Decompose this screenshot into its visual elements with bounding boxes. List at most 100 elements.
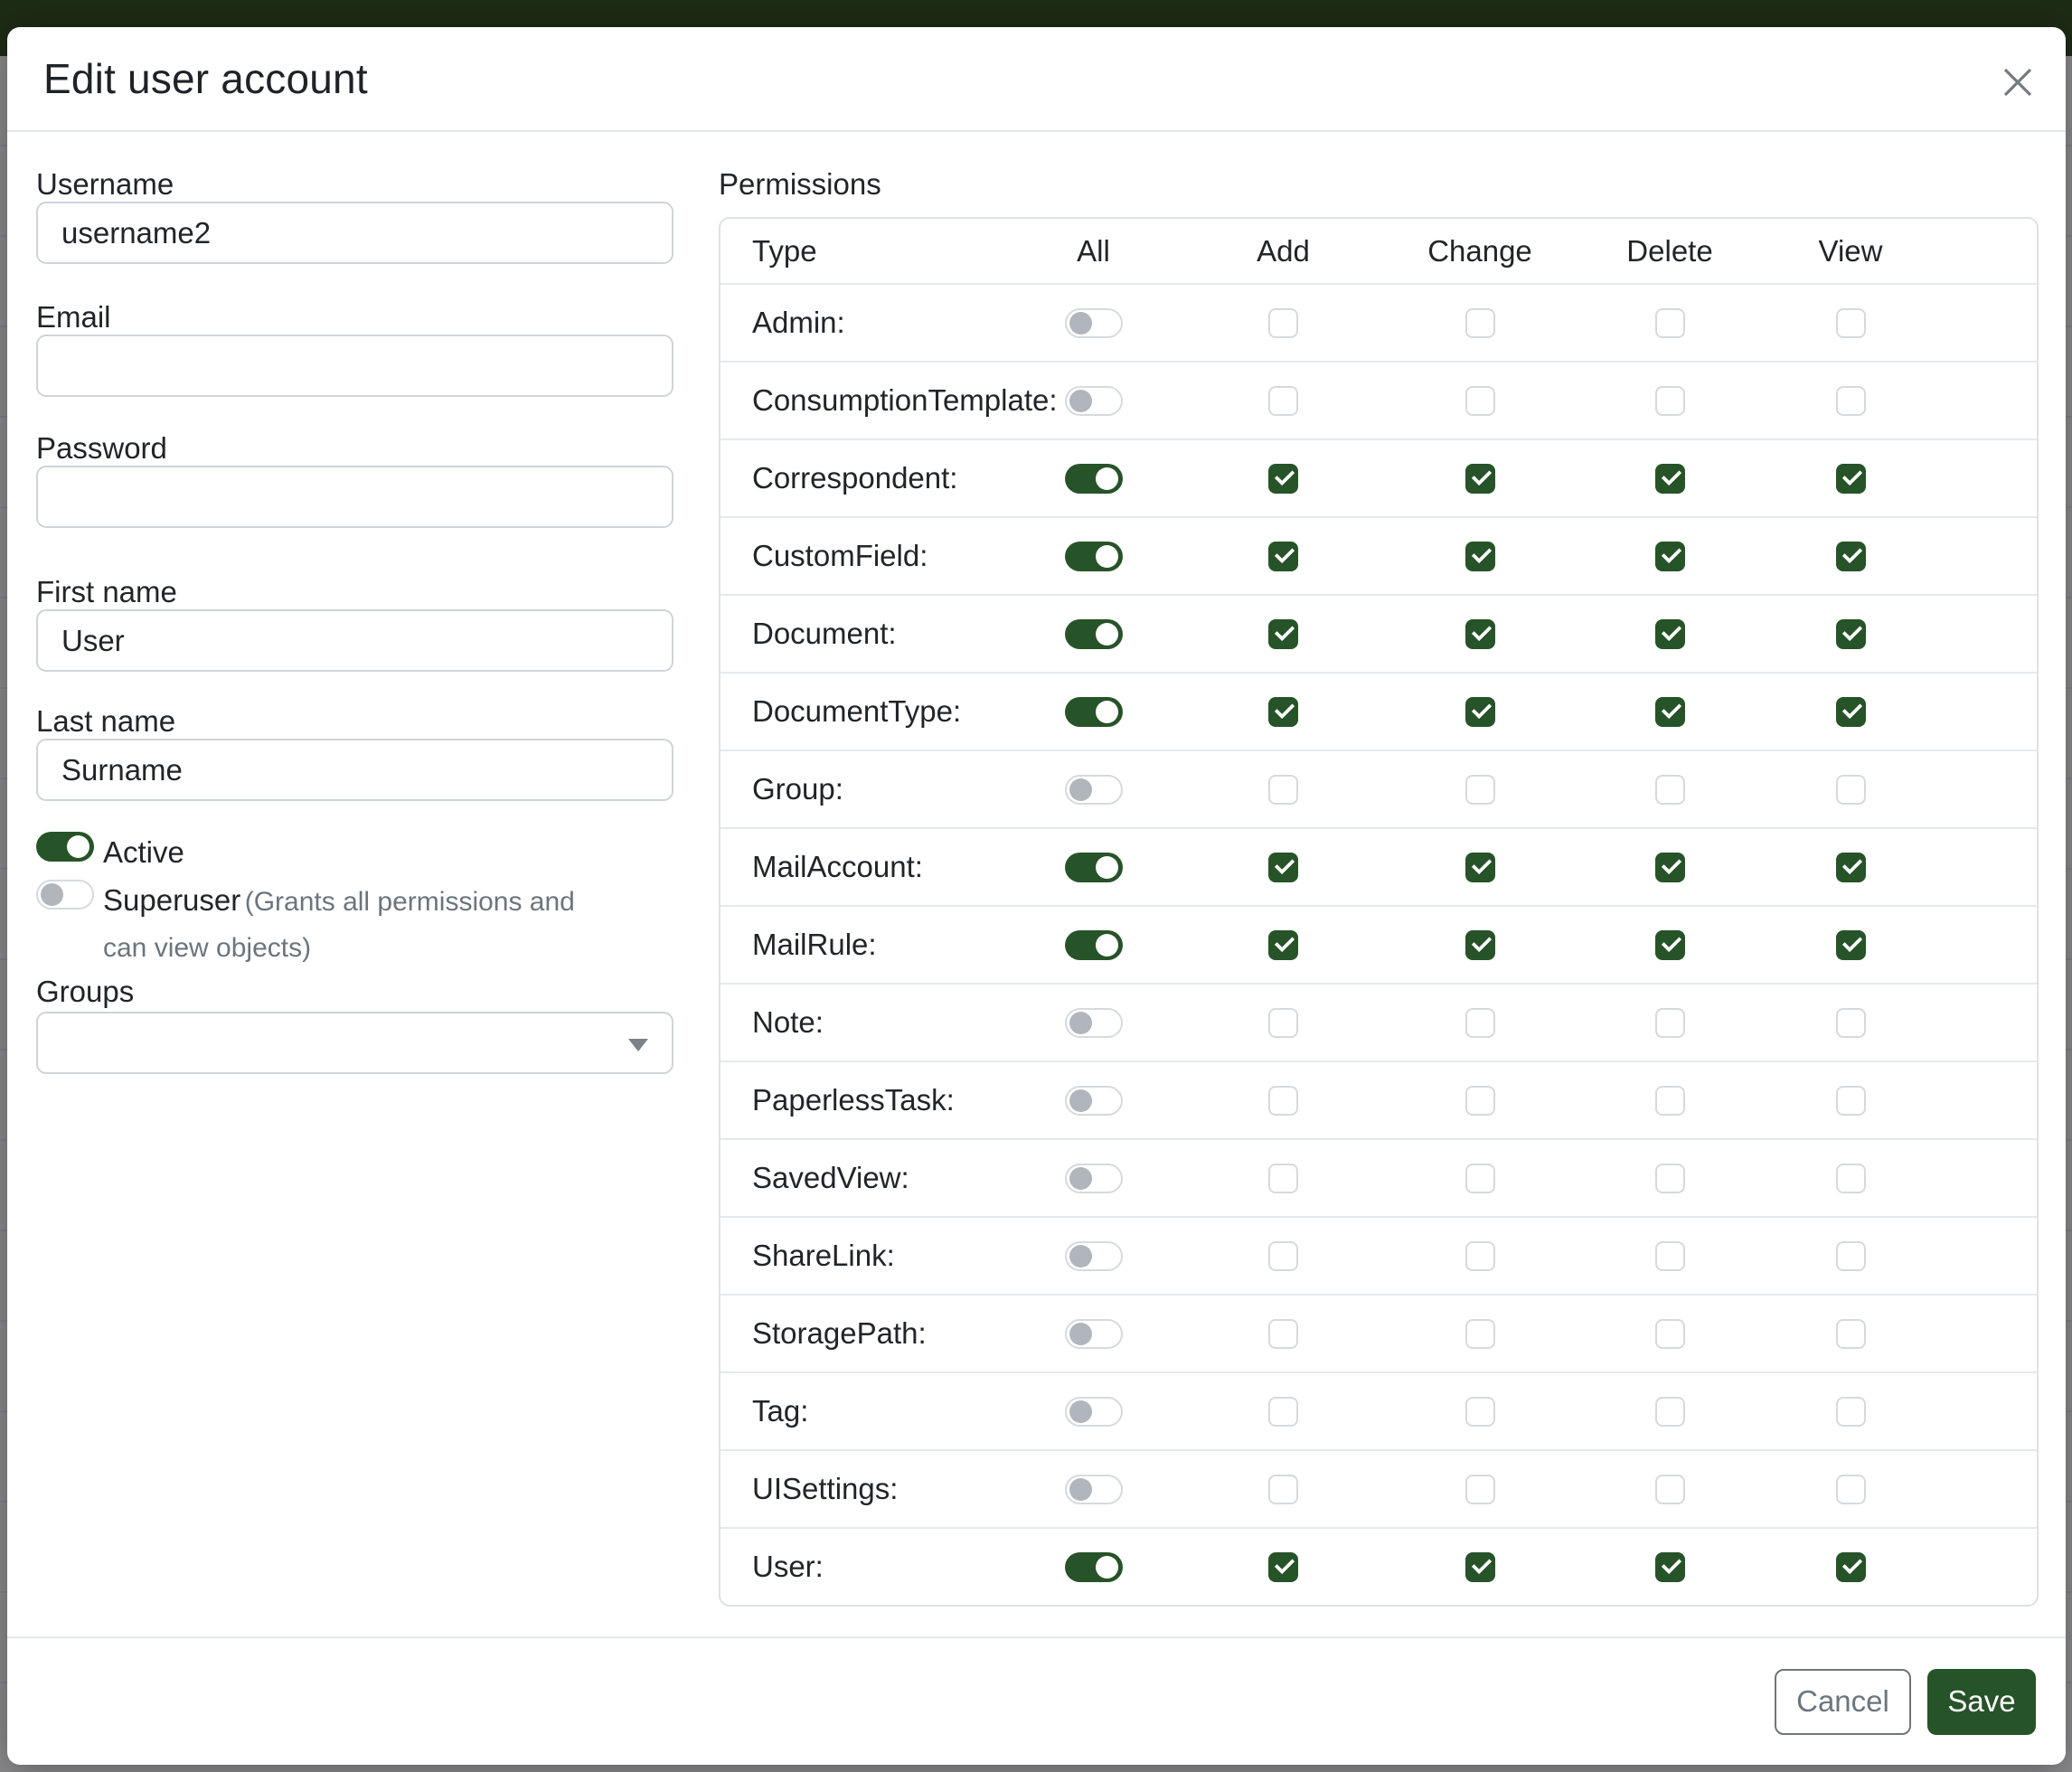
permission-view-checkbox[interactable] — [1836, 1241, 1866, 1271]
permission-delete-checkbox[interactable] — [1655, 697, 1685, 727]
permission-view-checkbox[interactable] — [1836, 619, 1866, 649]
permission-all-toggle[interactable] — [1065, 853, 1123, 882]
superuser-row: Superuser (Grants all permissions and ca… — [36, 880, 673, 974]
permission-add-checkbox[interactable] — [1268, 1397, 1298, 1427]
permission-change-checkbox[interactable] — [1465, 542, 1495, 571]
permission-add-checkbox[interactable] — [1268, 930, 1298, 960]
permission-change-checkbox[interactable] — [1465, 775, 1495, 805]
permission-add-checkbox[interactable] — [1268, 619, 1298, 649]
permission-all-toggle[interactable] — [1065, 1241, 1123, 1271]
permission-view-checkbox[interactable] — [1836, 386, 1866, 416]
permission-all-toggle[interactable] — [1065, 542, 1123, 571]
permission-add-checkbox[interactable] — [1268, 1475, 1298, 1504]
permission-view-checkbox[interactable] — [1836, 464, 1866, 494]
permission-delete-checkbox[interactable] — [1655, 1008, 1685, 1038]
password-input[interactable] — [36, 466, 673, 528]
permission-change-checkbox[interactable] — [1465, 1164, 1495, 1193]
permission-change-checkbox[interactable] — [1465, 619, 1495, 649]
permission-delete-checkbox[interactable] — [1655, 1241, 1685, 1271]
permission-add-checkbox[interactable] — [1268, 464, 1298, 494]
permission-delete-checkbox[interactable] — [1655, 1319, 1685, 1349]
permission-all-toggle[interactable] — [1065, 386, 1123, 416]
permission-all-toggle[interactable] — [1065, 1164, 1123, 1193]
permission-type-label: SavedView: — [720, 1161, 1001, 1195]
permission-view-checkbox[interactable] — [1836, 1319, 1866, 1349]
permission-all-toggle[interactable] — [1065, 619, 1123, 649]
permission-add-checkbox[interactable] — [1268, 1241, 1298, 1271]
permission-view-checkbox[interactable] — [1836, 1475, 1866, 1504]
permission-change-checkbox[interactable] — [1465, 697, 1495, 727]
permission-all-toggle[interactable] — [1065, 464, 1123, 494]
permission-delete-checkbox[interactable] — [1655, 1475, 1685, 1504]
permission-all-toggle[interactable] — [1065, 1552, 1123, 1582]
groups-select[interactable] — [36, 1012, 673, 1074]
permission-add-checkbox[interactable] — [1268, 386, 1298, 416]
permission-delete-checkbox[interactable] — [1655, 775, 1685, 805]
permission-delete-checkbox[interactable] — [1655, 1552, 1685, 1582]
permission-delete-checkbox[interactable] — [1655, 386, 1685, 416]
permission-view-checkbox[interactable] — [1836, 697, 1866, 727]
permission-delete-checkbox[interactable] — [1655, 464, 1685, 494]
cancel-button[interactable]: Cancel — [1775, 1669, 1911, 1735]
active-toggle[interactable] — [36, 832, 94, 862]
permission-change-checkbox[interactable] — [1465, 464, 1495, 494]
permission-change-checkbox[interactable] — [1465, 386, 1495, 416]
permission-view-checkbox[interactable] — [1836, 1086, 1866, 1116]
column-header-view: View — [1760, 234, 1941, 269]
permission-view-checkbox[interactable] — [1836, 1164, 1866, 1193]
permission-delete-checkbox[interactable] — [1655, 619, 1685, 649]
permission-view-checkbox[interactable] — [1836, 1552, 1866, 1582]
permission-change-checkbox[interactable] — [1465, 1241, 1495, 1271]
username-input[interactable] — [36, 202, 673, 264]
save-button[interactable]: Save — [1927, 1669, 2036, 1735]
permission-view-checkbox[interactable] — [1836, 1397, 1866, 1427]
permission-change-checkbox[interactable] — [1465, 1475, 1495, 1504]
permission-view-checkbox[interactable] — [1836, 542, 1866, 571]
permission-add-checkbox[interactable] — [1268, 1552, 1298, 1582]
permission-view-checkbox[interactable] — [1836, 1008, 1866, 1038]
permission-add-checkbox[interactable] — [1268, 1164, 1298, 1193]
column-header-all: All — [1001, 234, 1186, 269]
superuser-toggle[interactable] — [36, 880, 94, 910]
permission-view-checkbox[interactable] — [1836, 930, 1866, 960]
first-name-input[interactable] — [36, 609, 673, 672]
permission-all-toggle[interactable] — [1065, 1397, 1123, 1427]
permission-all-toggle[interactable] — [1065, 1086, 1123, 1116]
permission-add-checkbox[interactable] — [1268, 775, 1298, 805]
last-name-input[interactable] — [36, 739, 673, 801]
permission-add-checkbox[interactable] — [1268, 697, 1298, 727]
permission-delete-checkbox[interactable] — [1655, 1086, 1685, 1116]
permission-change-checkbox[interactable] — [1465, 1008, 1495, 1038]
permission-change-checkbox[interactable] — [1465, 1552, 1495, 1582]
permission-delete-checkbox[interactable] — [1655, 930, 1685, 960]
permission-change-checkbox[interactable] — [1465, 853, 1495, 882]
permission-change-checkbox[interactable] — [1465, 1397, 1495, 1427]
permission-add-checkbox[interactable] — [1268, 1008, 1298, 1038]
permission-all-toggle[interactable] — [1065, 1008, 1123, 1038]
permission-add-checkbox[interactable] — [1268, 1319, 1298, 1349]
permission-view-checkbox[interactable] — [1836, 853, 1866, 882]
permission-add-checkbox[interactable] — [1268, 853, 1298, 882]
permission-change-checkbox[interactable] — [1465, 308, 1495, 338]
permission-all-toggle[interactable] — [1065, 308, 1123, 338]
permission-view-checkbox[interactable] — [1836, 308, 1866, 338]
permission-change-checkbox[interactable] — [1465, 1319, 1495, 1349]
permission-add-checkbox[interactable] — [1268, 308, 1298, 338]
permission-view-checkbox[interactable] — [1836, 775, 1866, 805]
permission-all-toggle[interactable] — [1065, 1319, 1123, 1349]
permission-all-toggle[interactable] — [1065, 1475, 1123, 1504]
permission-add-checkbox[interactable] — [1268, 542, 1298, 571]
close-button[interactable] — [1992, 56, 2044, 108]
permission-add-checkbox[interactable] — [1268, 1086, 1298, 1116]
permission-delete-checkbox[interactable] — [1655, 853, 1685, 882]
permission-change-checkbox[interactable] — [1465, 930, 1495, 960]
permission-delete-checkbox[interactable] — [1655, 308, 1685, 338]
email-input[interactable] — [36, 335, 673, 397]
permission-all-toggle[interactable] — [1065, 930, 1123, 960]
permission-delete-checkbox[interactable] — [1655, 1164, 1685, 1193]
permission-delete-checkbox[interactable] — [1655, 542, 1685, 571]
permission-change-checkbox[interactable] — [1465, 1086, 1495, 1116]
permission-all-toggle[interactable] — [1065, 697, 1123, 727]
permission-all-toggle[interactable] — [1065, 775, 1123, 805]
permission-delete-checkbox[interactable] — [1655, 1397, 1685, 1427]
